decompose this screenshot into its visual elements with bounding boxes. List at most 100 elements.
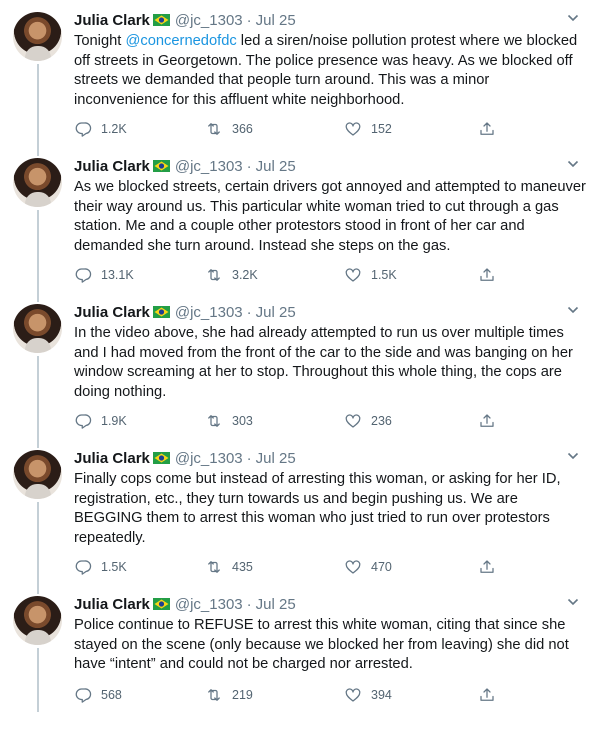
author-name[interactable]: Julia Clark: [74, 12, 150, 29]
avatar[interactable]: [13, 450, 62, 499]
share-button[interactable]: [478, 120, 505, 138]
reply-count: 1.9K: [101, 414, 127, 428]
share-button[interactable]: [478, 686, 505, 704]
retweet-icon: [208, 123, 220, 135]
like-count: 394: [371, 688, 392, 702]
retweet-icon: [208, 269, 220, 281]
avatar[interactable]: [13, 304, 62, 353]
chevron-down-icon[interactable]: [567, 158, 579, 170]
tweet[interactable]: Julia Clark @jc_1303 · Jul 25 Tonight @c…: [0, 0, 593, 150]
share-button[interactable]: [478, 266, 505, 284]
retweet-button[interactable]: 435: [205, 558, 253, 576]
author-handle[interactable]: @jc_1303: [175, 12, 243, 29]
reply-icon: [75, 688, 92, 703]
reply-button[interactable]: 568: [74, 686, 122, 704]
avatar[interactable]: [13, 158, 62, 207]
reply-icon: [75, 414, 92, 429]
tweet-actions: 568 219 394: [74, 686, 514, 704]
author-handle[interactable]: @jc_1303: [175, 158, 243, 175]
tweet-actions: 13.1K 3.2K 1.5K: [74, 266, 514, 284]
like-button[interactable]: 236: [344, 412, 392, 430]
thread-connector-line: [37, 210, 39, 296]
reply-button[interactable]: 13.1K: [74, 266, 134, 284]
separator-dot: ·: [246, 449, 252, 467]
share-icon: [480, 414, 494, 427]
retweet-count: 3.2K: [232, 268, 258, 282]
chevron-down-icon[interactable]: [567, 12, 579, 24]
tweet-text-part: Tonight: [74, 33, 126, 49]
tweet-actions: 1.9K 303 236: [74, 412, 514, 430]
tweet-text: In the video above, she had already atte…: [74, 325, 573, 400]
like-button[interactable]: 152: [344, 120, 392, 138]
mention-link[interactable]: @concernedofdc: [125, 33, 236, 49]
author-name[interactable]: Julia Clark: [74, 450, 150, 467]
reply-count: 568: [101, 688, 122, 702]
tweet-date[interactable]: Jul 25: [256, 304, 296, 321]
thread-connector-line: [37, 648, 39, 712]
tweet-header: Julia Clark @jc_1303 · Jul 25: [74, 448, 296, 468]
like-button[interactable]: 394: [344, 686, 392, 704]
share-icon: [480, 122, 494, 135]
author-name[interactable]: Julia Clark: [74, 304, 150, 321]
retweet-icon: [208, 689, 220, 701]
reply-count: 13.1K: [101, 268, 134, 282]
avatar[interactable]: [13, 12, 62, 61]
reply-icon: [75, 560, 92, 575]
author-handle[interactable]: @jc_1303: [175, 304, 243, 321]
like-count: 152: [371, 122, 392, 136]
like-button[interactable]: 470: [344, 558, 392, 576]
reply-button[interactable]: 1.5K: [74, 558, 127, 576]
tweet-date[interactable]: Jul 25: [256, 450, 296, 467]
reply-button[interactable]: 1.2K: [74, 120, 127, 138]
reply-icon: [75, 268, 92, 283]
like-count: 1.5K: [371, 268, 397, 282]
tweet-thread: Julia Clark @jc_1303 · Jul 25 Tonight @c…: [0, 0, 593, 712]
share-icon: [480, 268, 494, 281]
thread-connector-line: [37, 64, 39, 150]
tweet-date[interactable]: Jul 25: [256, 596, 296, 613]
retweet-button[interactable]: 3.2K: [205, 266, 258, 284]
thread-connector-line: [37, 438, 39, 448]
chevron-down-icon[interactable]: [567, 450, 579, 462]
separator-dot: ·: [246, 11, 252, 29]
tweet-actions: 1.5K 435 470: [74, 558, 514, 576]
reply-button[interactable]: 1.9K: [74, 412, 127, 430]
tweet-date[interactable]: Jul 25: [256, 12, 296, 29]
retweet-button[interactable]: 219: [205, 686, 253, 704]
separator-dot: ·: [246, 157, 252, 175]
share-icon: [480, 560, 494, 573]
like-count: 236: [371, 414, 392, 428]
tweet-date[interactable]: Jul 25: [256, 158, 296, 175]
author-handle[interactable]: @jc_1303: [175, 450, 243, 467]
tweet-header: Julia Clark @jc_1303 · Jul 25: [74, 302, 296, 322]
author-handle[interactable]: @jc_1303: [175, 596, 243, 613]
tweet[interactable]: Julia Clark @jc_1303 · Jul 25 Finally co…: [0, 438, 593, 588]
author-name[interactable]: Julia Clark: [74, 158, 150, 175]
tweet-text: As we blocked streets, certain drivers g…: [74, 179, 586, 254]
brazil-flag-icon: [152, 452, 170, 464]
brazil-flag-icon: [152, 14, 170, 26]
brazil-flag-icon: [152, 598, 170, 610]
retweet-button[interactable]: 366: [205, 120, 253, 138]
chevron-down-icon[interactable]: [567, 304, 579, 316]
like-icon: [345, 414, 361, 428]
like-icon: [345, 268, 361, 282]
author-name[interactable]: Julia Clark: [74, 596, 150, 613]
tweet-actions: 1.2K 366 152: [74, 120, 514, 138]
tweet[interactable]: Julia Clark @jc_1303 · Jul 25 As we bloc…: [0, 146, 593, 296]
reply-count: 1.2K: [101, 122, 127, 136]
like-button[interactable]: 1.5K: [344, 266, 397, 284]
share-button[interactable]: [478, 558, 505, 576]
reply-count: 1.5K: [101, 560, 127, 574]
like-icon: [345, 688, 361, 702]
tweet-text: Finally cops come but instead of arresti…: [74, 471, 561, 546]
share-button[interactable]: [478, 412, 505, 430]
retweet-button[interactable]: 303: [205, 412, 253, 430]
retweet-count: 435: [232, 560, 253, 574]
tweet[interactable]: Julia Clark @jc_1303 · Jul 25 In the vid…: [0, 292, 593, 442]
thread-connector-line: [37, 292, 39, 302]
chevron-down-icon[interactable]: [567, 596, 579, 608]
tweet[interactable]: Julia Clark @jc_1303 · Jul 25 Police con…: [0, 584, 593, 730]
tweet-text: Police continue to REFUSE to arrest this…: [74, 617, 569, 673]
avatar[interactable]: [13, 596, 62, 645]
